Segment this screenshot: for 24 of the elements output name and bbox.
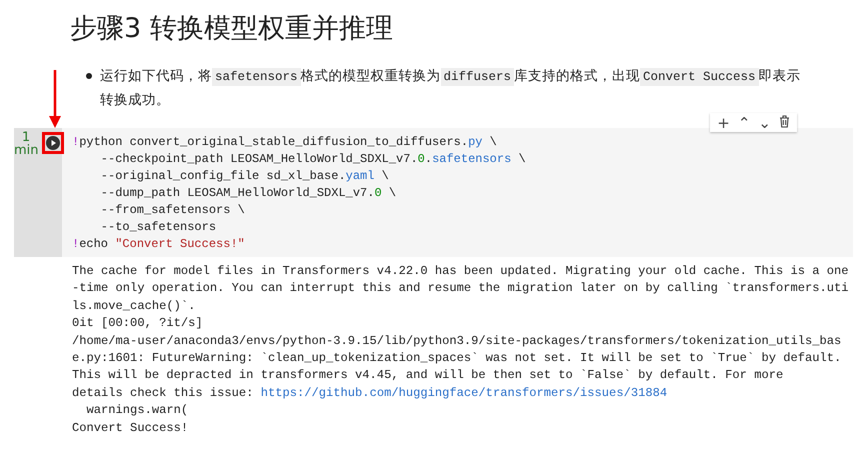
output-line: This will be depracted in transformers v4.45, and will be then set to `False` by default. For more: [72, 367, 784, 384]
instruction-text: 运行如下代码，将 safetensors 格式的模型权重转换为 diffusers 库支持的格式，出现 Convert Success 即表示转换成功。: [100, 67, 802, 110]
output-line: 0it [00:00, ?it/s]: [72, 315, 204, 332]
code-line: --from_safetensors \: [100, 202, 246, 219]
section-heading: 步骤3 转换模型权重并推理: [70, 12, 394, 46]
output-line: -time only operation. You can interrupt this and resume the migration later on by calling `transformers.uti: [72, 280, 850, 298]
move-up-button[interactable]: ⌃: [734, 114, 754, 131]
output-line: Convert Success!: [72, 420, 190, 437]
move-down-button[interactable]: ⌄: [755, 114, 774, 131]
code-line: --to_safetensors: [100, 219, 218, 236]
code-line: !echo "Convert Success!": [72, 236, 246, 253]
issue-link[interactable]: https://github.com/huggingface/transformers/issues/31884: [260, 386, 668, 400]
output-line: details check this issue: https://github.com/huggingface/transformers/issues/31884: [72, 384, 668, 402]
code-line: --checkpoint_path LEOSAM_HelloWorld_SDXL_v7.0.safetensors \: [100, 151, 526, 168]
output-line: /home/ma-user/anaconda3/envs/python-3.9.15/lib/python3.9/site-packages/transformers/tokenization_utils_bas: [72, 332, 842, 350]
output-line: e.py:1601: FutureWarning: `clean_up_tokenization_spaces` was not set. It will be set to `True` by default.: [72, 350, 842, 368]
execution-count: 1 min: [14, 131, 38, 160]
output-line: warnings.warn(: [86, 402, 190, 420]
output-line: The cache for model files in Transformers v4.22.0 has been updated. Migrating your old cache. This is a one: [72, 263, 850, 280]
code-line: !python convert_original_stable_diffusion_to_diffusers.py \: [72, 134, 498, 151]
code-line: --dump_path LEOSAM_HelloWorld_SDXL_v7.0 \: [100, 185, 398, 202]
add-cell-button[interactable]: +: [714, 114, 733, 131]
output-line: ls.move_cache()`.: [72, 298, 196, 315]
code-line: --original_config_file sd_xl_base.yaml \: [100, 168, 390, 185]
